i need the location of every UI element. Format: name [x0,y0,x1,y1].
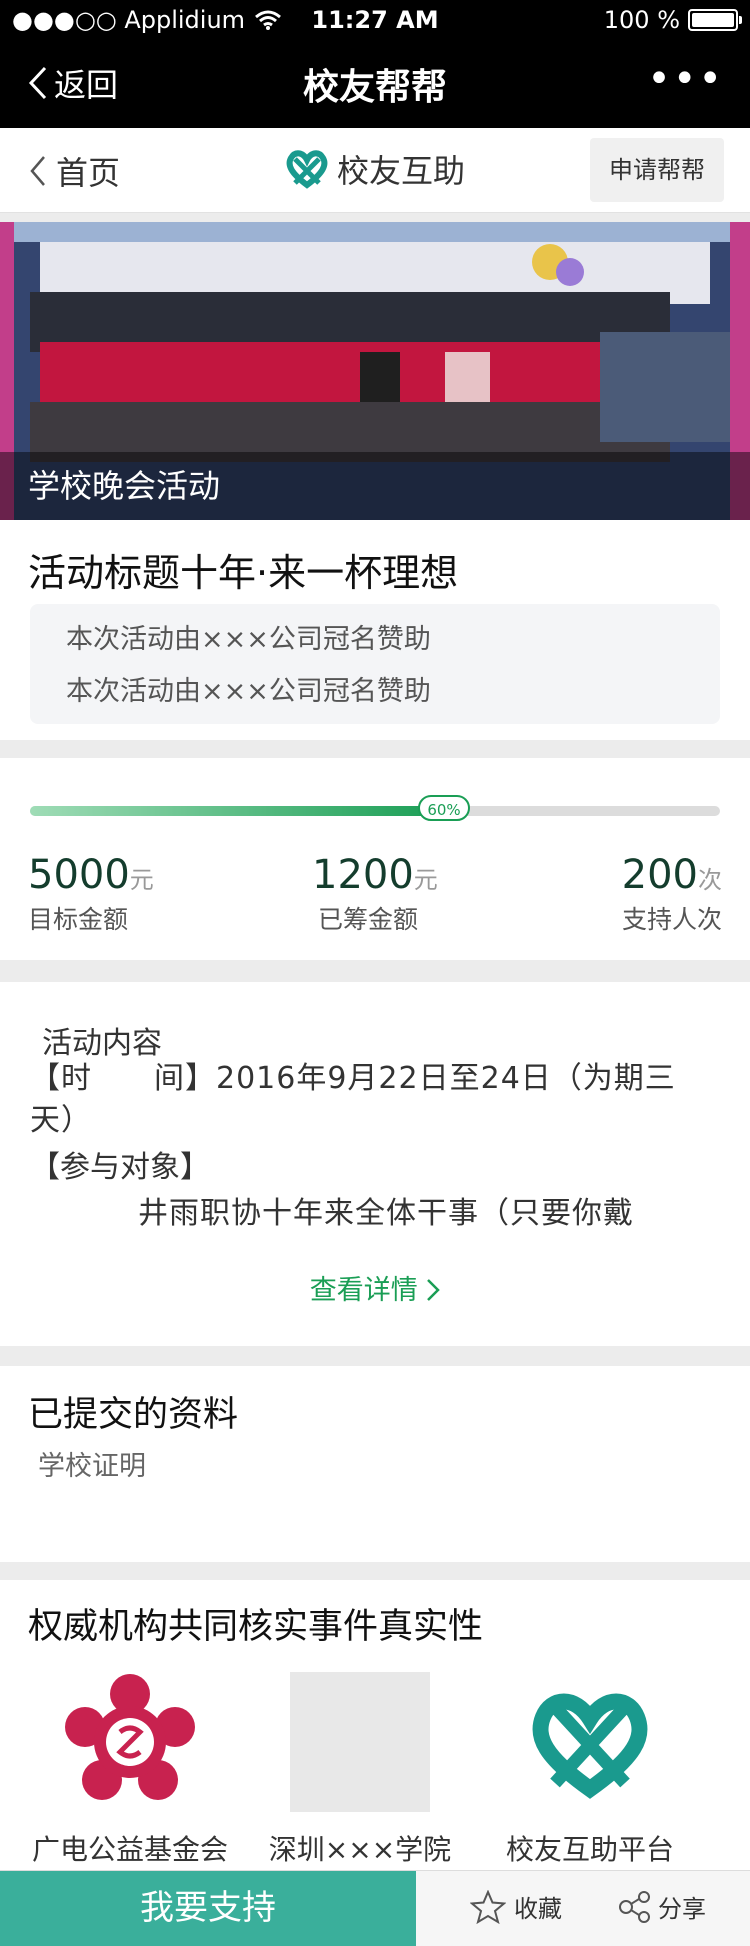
content-audience-text: 井雨职协十年来全体干事（只要你戴 [138,1196,634,1231]
org-item[interactable]: 深圳×××学院 [240,1672,480,1868]
chevron-left-icon [30,156,45,186]
brand-name: 校友互助 [337,152,466,190]
support-button[interactable]: 我要支持 [0,1871,416,1946]
content-time-line: 【时 间】2016年9月22日至24日（为期三天） [30,1061,676,1138]
view-details-link[interactable]: 查看详情 [0,1268,750,1307]
content-audience-label: 【参与对象】 [30,1150,210,1185]
org-name: 广电公益基金会 [31,1833,228,1866]
chevron-right-icon [427,1279,441,1301]
supporter-count: 200次 支持人次 [622,852,722,936]
view-details-label: 查看详情 [309,1275,418,1306]
docs-heading: 已提交的资料 [28,1395,239,1435]
raised-amount: 1200元 已筹金额 [312,852,438,936]
progress-bar: 60% [30,795,720,821]
target-amount: 5000元 目标金额 [28,852,154,936]
sponsor-line: 本次活动由×××公司冠名赞助 [66,676,431,707]
home-label: 首页 [56,154,121,192]
activity-title: 活动标题十年·来一杯理想 [28,551,459,595]
activity-content: 活动内容 【时 间】2016年9月22日至24日（为期三天） 【参与对象】 井雨… [0,982,750,1346]
verify-heading: 权威机构共同核实事件真实性 [28,1607,484,1647]
org-name: 深圳×××学院 [268,1833,452,1866]
page-title: 校友帮帮 [302,67,447,108]
nav-bar: 返回 校友帮帮 ••• [0,40,750,128]
battery-group: 100 % [603,6,742,34]
progress-bar-fill [30,806,444,816]
content-heading: 活动内容 [42,1026,162,1061]
share-icon [619,1890,650,1923]
raised-value: 1200 [312,852,414,898]
target-label: 目标金额 [28,905,129,934]
progress-percent-badge: 60% [418,795,470,821]
sub-nav: 首页 校友互助 申请帮帮 [0,128,750,213]
favorite-label: 收藏 [514,1895,562,1923]
battery-icon [688,9,742,31]
verification-section: 权威机构共同核实事件真实性 广电公益基金会 深圳×××学院 校友互助平台 [0,1580,750,1870]
status-bar: ●●●○○ Applidium 11:27 AM 100 % [0,0,750,40]
foundation-flower-logo-icon [60,1672,200,1812]
supporter-value: 200 [621,852,698,898]
sponsor-line: 本次活动由×××公司冠名赞助 [66,624,431,655]
favorite-button[interactable]: 收藏 [470,1889,562,1924]
raised-label: 已筹金额 [318,905,419,934]
home-link[interactable]: 首页 [30,148,120,194]
target-value: 5000 [28,852,130,898]
activity-info: 活动标题十年·来一杯理想 本次活动由×××公司冠名赞助 本次活动由×××公司冠名… [0,520,750,740]
funding-progress: 60% 5000元 目标金额 1200元 已筹金额 200次 支持人次 [0,758,750,960]
battery-label: 100 % [603,6,680,34]
target-unit: 元 [129,866,154,894]
brand: 校友互助 [285,146,465,192]
org-name: 校友互助平台 [505,1833,674,1866]
brand-logo-icon [286,150,328,189]
submitted-docs: 已提交的资料 学校证明 [0,1366,750,1562]
heart-ribbon-logo-icon [520,1672,660,1812]
sponsor-box: 本次活动由×××公司冠名赞助 本次活动由×××公司冠名赞助 [30,604,720,724]
placeholder-logo-icon [290,1672,430,1812]
share-label: 分享 [658,1895,706,1923]
more-menu-icon[interactable]: ••• [647,56,724,102]
org-item[interactable]: 校友互助平台 [470,1672,710,1868]
supporter-label: 支持人次 [621,905,722,934]
star-icon [470,1889,506,1924]
bottom-action-bar: 我要支持 收藏 分享 [0,1870,750,1946]
share-button[interactable]: 分享 [618,1889,706,1924]
org-item[interactable]: 广电公益基金会 [10,1672,250,1868]
raised-unit: 元 [413,866,438,894]
banner-caption: 学校晚会活动 [0,452,750,520]
apply-help-button[interactable]: 申请帮帮 [590,138,724,202]
supporter-unit: 次 [698,866,722,894]
docs-item[interactable]: 学校证明 [38,1444,146,1483]
banner-image: 学校晚会活动 [0,222,750,520]
